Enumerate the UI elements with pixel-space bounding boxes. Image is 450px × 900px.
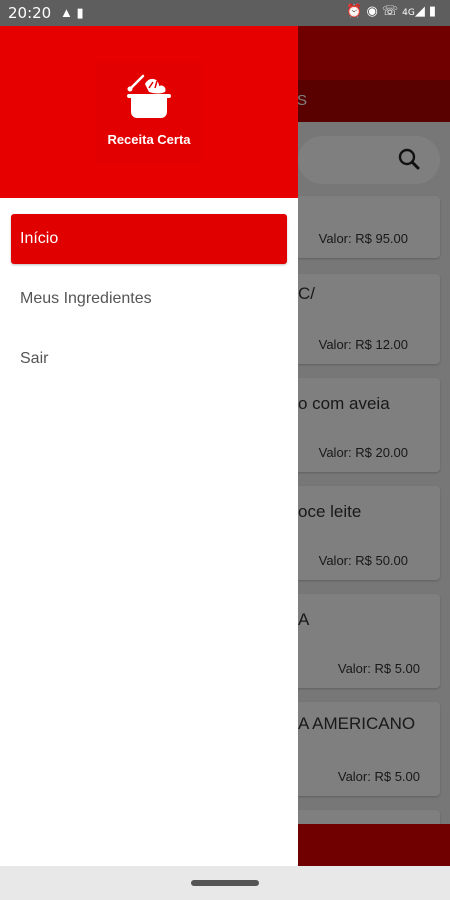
notification-icon: ▲ bbox=[60, 5, 73, 20]
drawer-item-sair[interactable]: Sair bbox=[11, 334, 287, 384]
vibrate-icon: ◉ bbox=[366, 4, 382, 19]
app-name: Receita Certa bbox=[107, 132, 191, 147]
drawer-item-label: Meus Ingredientes bbox=[20, 290, 152, 307]
drawer-header: Receita Certa bbox=[0, 26, 298, 198]
status-time: 20:20 bbox=[8, 4, 52, 22]
battery-icon: ▮ bbox=[428, 4, 440, 19]
cooking-pot-icon bbox=[127, 74, 171, 118]
phone-icon: ▮ bbox=[76, 5, 84, 20]
system-nav-bar bbox=[0, 866, 450, 900]
signal-icon: ◢ bbox=[414, 4, 429, 19]
alarm-icon: ⏰ bbox=[346, 4, 367, 19]
drawer-item-label: Sair bbox=[20, 350, 49, 367]
drawer-item-inicio[interactable]: Início bbox=[11, 214, 287, 264]
status-bar: 20:20 ▲ ▮ ⏰◉☏4G◢▮ bbox=[0, 0, 450, 26]
wifi-call-icon: ☏ bbox=[381, 4, 403, 19]
network-type: 4G bbox=[402, 8, 415, 18]
drawer-item-meus-ingredientes[interactable]: Meus Ingredientes bbox=[11, 274, 287, 324]
drawer-item-label: Início bbox=[20, 230, 59, 247]
navigation-drawer: Receita Certa Início Meus Ingredientes S… bbox=[0, 26, 298, 866]
status-system-icons: ⏰◉☏4G◢▮ bbox=[346, 4, 440, 19]
app-logo: Receita Certa bbox=[96, 62, 202, 164]
home-gesture-pill[interactable] bbox=[191, 880, 259, 886]
status-notification-icons: ▲ ▮ bbox=[60, 5, 84, 21]
